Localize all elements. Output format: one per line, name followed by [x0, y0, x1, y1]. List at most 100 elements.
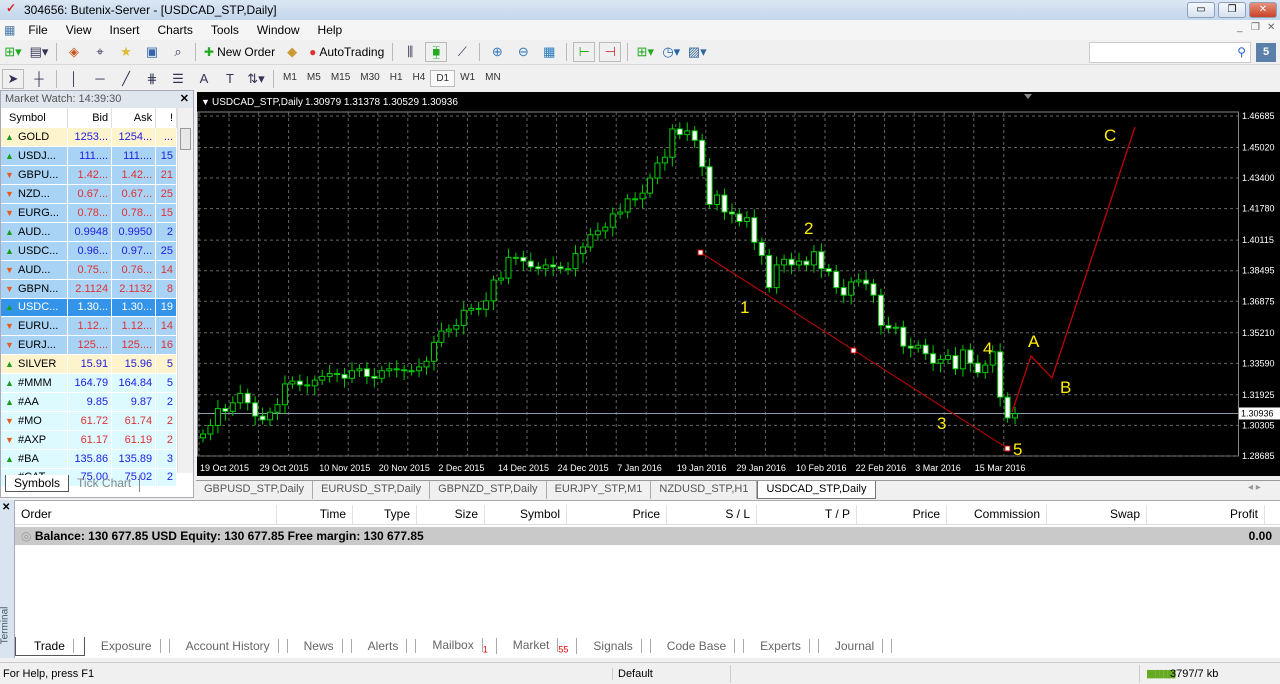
column-header[interactable]: Ask: [111, 108, 157, 128]
strategy-tester-icon[interactable]: ⌕: [167, 42, 189, 62]
crosshair-icon[interactable]: ┼: [28, 69, 50, 89]
column-header[interactable]: Symbol: [1, 108, 69, 128]
market-watch-row[interactable]: ▲ #BA 135.86 135.89 3: [1, 449, 177, 469]
line-chart-icon[interactable]: ⟋: [451, 42, 473, 62]
terminal-tab-journal[interactable]: Journal: [819, 639, 893, 653]
timeframe-m15[interactable]: M15: [326, 70, 355, 87]
column-header[interactable]: T / P: [757, 505, 857, 524]
status-profile[interactable]: Default: [612, 667, 653, 680]
scrollbar-thumb[interactable]: [180, 128, 191, 150]
market-watch-row[interactable]: ▲ USDJ... 111.... 111.... 15: [1, 146, 177, 167]
menu-window[interactable]: Window: [248, 23, 309, 37]
child-close-button[interactable]: ✕: [1258, 22, 1280, 33]
menu-file[interactable]: File: [19, 23, 56, 37]
market-watch-row[interactable]: ▼ EURG... 0.78... 0.78... 15: [1, 203, 177, 223]
column-header[interactable]: Price: [857, 505, 947, 524]
market-watch-row[interactable]: ▲ GOLD 1253... 1254......: [1, 128, 177, 148]
navigator-icon[interactable]: ★: [115, 42, 137, 62]
text-icon[interactable]: A: [193, 69, 215, 89]
chart-tab[interactable]: USDCAD_STP,Daily: [757, 481, 876, 499]
chart-window[interactable]: 1.46685 1.45020 1.43400 1.41780 1.40115 1.384…: [197, 92, 1280, 476]
indicators-icon[interactable]: ⊞▾: [634, 42, 656, 62]
tab-scroll-arrows[interactable]: ◂ ▸: [1248, 482, 1261, 493]
market-watch-row[interactable]: ▲ #MMM 164.79 164.84 5: [1, 373, 177, 393]
market-watch-row[interactable]: ▼ EURU... 1.12... 1.12... 14: [1, 316, 177, 337]
close-icon[interactable]: ✕: [180, 92, 189, 105]
column-header[interactable]: Commission: [947, 505, 1047, 524]
balance-row[interactable]: ◎ Balance: 130 677.85 USD Equity: 130 67…: [15, 527, 1280, 545]
candlestick-icon[interactable]: ⧯: [425, 42, 448, 62]
close-button[interactable]: ✕: [1249, 2, 1277, 18]
chart-tab[interactable]: EURUSD_STP,Daily: [313, 481, 431, 499]
market-watch-row[interactable]: ▼ NZD... 0.67... 0.67... 25: [1, 184, 177, 205]
autotrading-button[interactable]: ● AutoTrading: [305, 45, 388, 59]
column-header[interactable]: !: [155, 108, 177, 128]
zoom-in-icon[interactable]: ⊕: [486, 42, 508, 62]
timeframe-h1[interactable]: H1: [385, 70, 408, 87]
connection-status[interactable]: 3797/7 kb: [1170, 668, 1218, 680]
search-icon[interactable]: ⚲: [1237, 45, 1246, 59]
cursor-icon[interactable]: ➤: [2, 68, 24, 89]
column-header[interactable]: Type: [353, 505, 417, 524]
trendline-icon[interactable]: ╱: [115, 69, 137, 89]
profiles-icon[interactable]: ▤▾: [28, 42, 50, 62]
market-watch-row[interactable]: ▼ AUD... 0.75... 0.76... 14: [1, 260, 177, 280]
column-header[interactable]: Profit: [1147, 505, 1265, 524]
menu-tools[interactable]: Tools: [202, 23, 248, 37]
text-label-icon[interactable]: T: [219, 69, 241, 89]
terminal-tab-news[interactable]: News: [288, 639, 352, 653]
timeframe-d1[interactable]: D1: [430, 70, 456, 87]
close-icon[interactable]: ✕: [2, 502, 10, 513]
column-header[interactable]: Price: [567, 505, 667, 524]
column-header[interactable]: Time: [277, 505, 353, 524]
market-watch-row[interactable]: ▲ #AA 9.85 9.87 2: [1, 392, 177, 412]
chart-tab[interactable]: GBPNZD_STP,Daily: [430, 481, 547, 499]
market-watch-row[interactable]: ▲ USDC... 1.30... 1.30... 19: [1, 298, 177, 318]
timeframe-m5[interactable]: M5: [302, 70, 326, 87]
market-watch-row[interactable]: ▼ EURJ... 125.... 125.... 16: [1, 335, 177, 356]
column-header[interactable]: Symbol: [485, 505, 567, 524]
terminal-tab-market[interactable]: Market 55: [497, 637, 578, 655]
terminal-tab-exposure[interactable]: Exposure: [85, 639, 170, 653]
trendline-handle[interactable]: [697, 249, 704, 256]
market-watch-row[interactable]: ▼ GBPN... 2.1124 2.1132 8: [1, 279, 177, 299]
wave-projection-line[interactable]: [1011, 126, 1136, 413]
auto-scroll-icon[interactable]: ⊢: [573, 42, 596, 62]
timeframe-m1[interactable]: M1: [278, 70, 302, 87]
vertical-line-icon[interactable]: │: [63, 69, 85, 89]
candlestick-chart[interactable]: 1.46685 1.45020 1.43400 1.41780 1.40115 1.384…: [197, 92, 1280, 476]
chart-shift-marker[interactable]: [1024, 94, 1032, 99]
search-input[interactable]: ⚲: [1089, 42, 1251, 63]
data-window-icon[interactable]: ⌖: [89, 42, 111, 62]
market-watch-row[interactable]: ▼ #MO 61.72 61.74 2: [1, 411, 177, 431]
minimize-button[interactable]: ▭: [1187, 2, 1215, 18]
timeframe-h4[interactable]: H4: [408, 70, 431, 87]
tab-symbols[interactable]: Symbols: [5, 475, 70, 492]
notifications-badge[interactable]: 5: [1256, 43, 1276, 62]
menu-view[interactable]: View: [57, 23, 101, 37]
timeframe-mn[interactable]: MN: [480, 70, 506, 87]
market-watch-row[interactable]: ▲ SILVER 15.91 15.96 5: [1, 354, 177, 375]
terminal-icon[interactable]: ▣: [141, 42, 163, 62]
market-watch-row[interactable]: ▲ AUD... 0.9948 0.9950 2: [1, 222, 177, 242]
equidistant-channel-icon[interactable]: ⋕: [141, 69, 163, 89]
trendline-handle[interactable]: [850, 347, 857, 354]
chart-tab[interactable]: NZDUSD_STP,H1: [651, 481, 758, 499]
terminal-tab-alerts[interactable]: Alerts: [352, 639, 417, 653]
restore-button[interactable]: ❐: [1218, 2, 1246, 18]
terminal-tab-mailbox[interactable]: Mailbox 1: [416, 637, 497, 655]
menu-charts[interactable]: Charts: [149, 23, 202, 37]
column-header[interactable]: Size: [417, 505, 485, 524]
chart-menu-icon[interactable]: ▼: [201, 97, 210, 107]
menu-insert[interactable]: Insert: [100, 23, 148, 37]
terminal-tab-trade[interactable]: Trade: [15, 636, 85, 656]
terminal-tab-code-base[interactable]: Code Base: [651, 639, 745, 653]
zoom-out-icon[interactable]: ⊖: [512, 42, 534, 62]
terminal-tab-experts[interactable]: Experts: [744, 639, 819, 653]
chart-tab[interactable]: GBPUSD_STP,Daily: [196, 481, 314, 499]
timeframe-m30[interactable]: M30: [355, 70, 384, 87]
new-chart-icon[interactable]: ⊞▾: [2, 42, 24, 62]
market-watch-row[interactable]: ▼ GBPU... 1.42... 1.42... 21: [1, 165, 177, 186]
menu-help[interactable]: Help: [309, 23, 352, 37]
metaeditor-icon[interactable]: ◆: [281, 42, 303, 62]
